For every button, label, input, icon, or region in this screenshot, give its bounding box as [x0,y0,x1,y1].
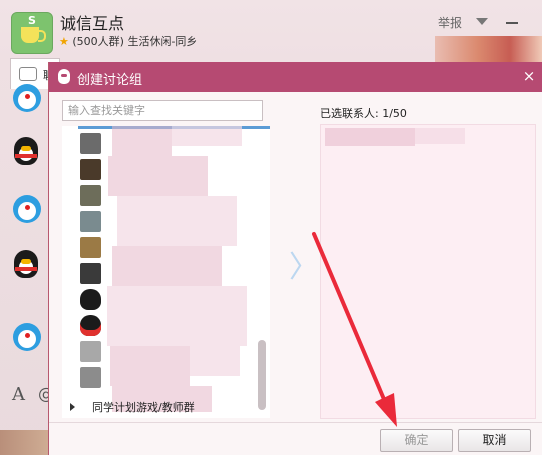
avatar [80,133,101,154]
dialog-title-bar[interactable]: 创建讨论组 × [49,62,542,92]
list-item[interactable] [80,262,280,284]
avatar [80,211,101,232]
avatar [80,341,101,362]
list-item[interactable] [80,236,280,258]
create-discussion-dialog: 创建讨论组 × 输入查找关键字 同学计划游戏/教师群 〉 已选联系人: 1/50… [48,62,542,455]
avatar [80,315,101,336]
member-avatar[interactable] [10,137,44,167]
move-right-icon[interactable]: 〉 [289,242,319,286]
selected-count-label: 已选联系人: 1/50 [320,107,407,120]
selected-contacts-panel[interactable] [320,124,536,419]
list-item[interactable] [80,314,280,336]
avatar [80,367,101,388]
member-avatar[interactable] [10,195,44,225]
qq-penguin-icon [58,69,70,84]
avatar [80,263,101,284]
list-item[interactable] [80,288,280,310]
font-icon[interactable]: A [12,384,25,405]
search-input[interactable] [62,100,263,121]
list-item[interactable] [80,132,280,154]
dialog-title: 创建讨论组 [77,73,143,88]
cup-icon [21,27,39,43]
confirm-button[interactable]: 确定 [380,429,453,452]
avatar [80,159,101,180]
minimize-icon[interactable] [506,22,518,24]
group-info: ★ (500人群) 生活休闲-同乡 [59,35,198,48]
member-avatar[interactable] [10,250,44,280]
list-item[interactable] [80,184,280,206]
star-icon: ★ [59,35,69,48]
expand-arrow-icon[interactable] [70,403,75,411]
member-avatar[interactable] [10,323,44,353]
chat-bubble-icon [19,67,37,81]
avatar [80,289,101,310]
group-avatar[interactable]: S [11,12,53,54]
contact-group-row[interactable]: 同学计划游戏/教师群 [62,396,270,418]
member-avatar[interactable] [10,84,44,114]
list-item[interactable] [80,340,280,362]
group-name: 诚信互点 [60,16,125,33]
list-item[interactable] [80,366,280,388]
cancel-button[interactable]: 取消 [458,429,531,452]
contact-list[interactable] [62,126,270,418]
avatar [80,237,101,258]
report-button[interactable]: 举报 [438,14,462,31]
list-item[interactable] [80,158,280,180]
close-icon[interactable]: × [519,66,539,86]
dropdown-arrow-icon[interactable] [476,18,488,25]
avatar [80,185,101,206]
list-item[interactable] [80,210,280,232]
